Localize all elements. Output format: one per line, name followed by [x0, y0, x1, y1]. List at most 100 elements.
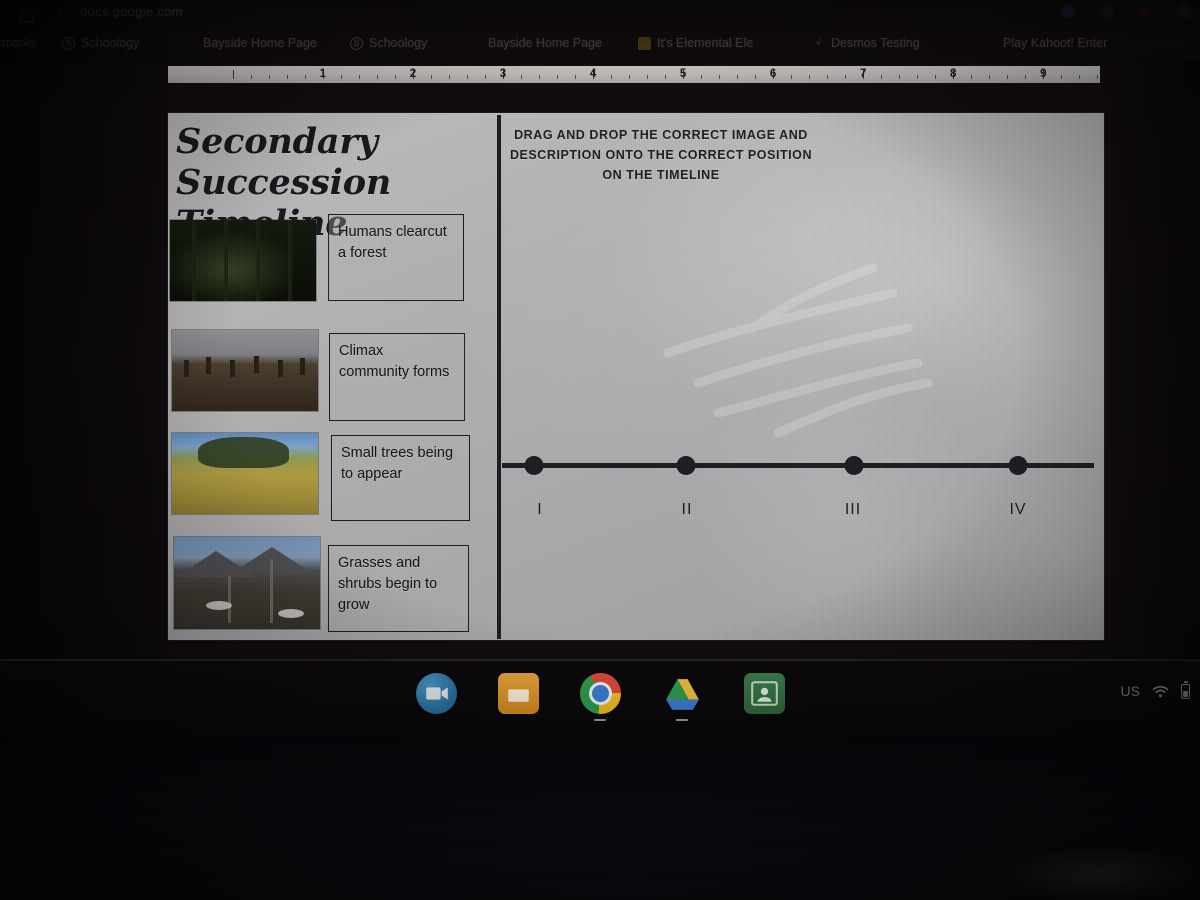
- bookmark-label: It's Elemental Ele: [657, 36, 754, 50]
- bookmark-label: Desmos Testing: [831, 36, 920, 50]
- timeline-marker-dot-2[interactable]: [676, 456, 696, 475]
- ruler-number: 5: [679, 68, 687, 80]
- ruler-minor-tick: [520, 75, 522, 79]
- shelf-app-list: [0, 673, 1200, 721]
- google-classroom-app-icon[interactable]: [743, 673, 785, 714]
- ruler-minor-tick: [250, 75, 252, 79]
- ruler-minor-tick: [701, 75, 703, 79]
- description-box-small-trees[interactable]: Small trees being to appear: [331, 435, 470, 521]
- description-box-humans-clearcut[interactable]: Humans clearcut a forest: [328, 214, 464, 301]
- ruler-minor-tick: [394, 75, 396, 79]
- ruler-number: 7: [859, 68, 867, 80]
- ruler-minor-tick: [376, 75, 378, 79]
- timeline-marker-dot-3[interactable]: [844, 456, 864, 475]
- bookmarks-label-text: kmarks: [0, 36, 37, 50]
- url-text[interactable]: docs.google.com: [80, 4, 183, 19]
- lock-icon: [60, 10, 67, 20]
- profile-icon[interactable]: [1060, 4, 1075, 19]
- slide-canvas[interactable]: Secondary Succession Timeline DRAG AND D…: [168, 113, 1104, 640]
- bookmark-schoology-1[interactable]: S Schoology: [62, 36, 139, 50]
- chrome-menu-icon[interactable]: [1177, 4, 1192, 19]
- browser-omnibar: docs.google.com: [0, 0, 1200, 30]
- clearcut-land-photo[interactable]: [172, 330, 318, 411]
- ruler-minor-tick: [1061, 75, 1063, 79]
- ruler-minor-tick: [737, 75, 739, 79]
- notification-icon[interactable]: [1138, 7, 1153, 16]
- app-running-indicator: [676, 718, 688, 721]
- keyboard-layout-label: US: [1120, 683, 1140, 699]
- desk-light-reflection: [1000, 845, 1200, 900]
- timeline-marker-dot-4[interactable]: [1008, 456, 1028, 475]
- home-icon[interactable]: [18, 6, 36, 24]
- ruler-number: 8: [950, 68, 957, 80]
- fern-reflection: [663, 263, 933, 438]
- laptop-screen: docs.google.com kmarks S Schoology Baysi…: [0, 0, 1200, 735]
- bookmark-kahoot[interactable]: Play Kahoot! Enter: [1003, 36, 1107, 50]
- timeline-label-1: I: [537, 501, 543, 518]
- document-ruler[interactable]: 1 2 3 4 5 6 7 8 9: [168, 66, 1100, 83]
- valley-image: [174, 537, 320, 629]
- ruler-minor-tick: [791, 75, 793, 79]
- schoology-icon: S: [62, 36, 75, 50]
- valley-regrowth-photo[interactable]: [174, 537, 320, 629]
- wifi-icon: [1152, 685, 1169, 697]
- ruler-minor-tick: [629, 75, 631, 79]
- google-slides-app-icon[interactable]: [497, 673, 539, 714]
- slide-instructions[interactable]: DRAG AND DROP THE CORRECT IMAGE AND DESC…: [506, 125, 816, 185]
- screencastify-app-icon[interactable]: [415, 673, 457, 714]
- ruler-minor-tick: [557, 75, 558, 79]
- bookmark-its-elemental[interactable]: It's Elemental Ele: [638, 36, 753, 50]
- description-box-grasses-shrubs[interactable]: Grasses and shrubs begin to grow: [328, 545, 469, 632]
- screen-photo: docs.google.com kmarks S Schoology Baysi…: [0, 0, 1200, 900]
- shelf-status-area[interactable]: US: [1120, 681, 1190, 699]
- ruler-minor-tick: [340, 75, 342, 79]
- timeline-axis[interactable]: [502, 463, 1094, 468]
- timeline-label-2: II: [681, 501, 693, 518]
- ruler-minor-tick: [809, 75, 811, 79]
- ruler-minor-tick: [1025, 75, 1027, 79]
- description-box-climax-community[interactable]: Climax community forms: [329, 333, 465, 421]
- forest-image: [170, 220, 316, 301]
- ruler-minor-tick: [935, 75, 937, 79]
- bookmark-schoology-2[interactable]: S Schoology: [350, 36, 427, 50]
- ruler-minor-tick: [538, 75, 540, 79]
- bookmark-bayside-2[interactable]: Bayside Home Page: [488, 36, 602, 50]
- ruler-inch-tick: [232, 70, 234, 79]
- ruler-minor-tick: [1097, 75, 1099, 79]
- timeline-label-3: III: [844, 501, 862, 518]
- ruler-minor-tick: [827, 75, 829, 79]
- ruler-minor-tick: [1007, 75, 1009, 79]
- shrubland-image: [172, 433, 318, 514]
- ruler-minor-tick: [611, 75, 613, 79]
- bookmark-label: Schoology: [369, 36, 428, 50]
- ruler-number: 6: [769, 68, 777, 80]
- bookmark-bayside-1[interactable]: Bayside Home Page: [203, 36, 317, 50]
- shrubland-photo[interactable]: [172, 433, 318, 514]
- mature-forest-photo[interactable]: [170, 220, 316, 301]
- timeline-marker-dot-1[interactable]: [524, 456, 544, 475]
- ruler-minor-tick: [845, 75, 847, 79]
- omnibar-icons: [1060, 4, 1192, 19]
- bookmark-label: Bayside Home Page: [203, 36, 317, 50]
- google-drive-app-icon[interactable]: [662, 673, 703, 721]
- ruler-minor-tick: [268, 75, 270, 79]
- bookmark-desmos[interactable]: √ Desmos Testing: [812, 36, 920, 50]
- ruler-minor-tick: [1079, 75, 1081, 79]
- chromeos-shelf: US: [0, 659, 1200, 735]
- bookmark-label: Play Kahoot! Enter: [1003, 36, 1108, 50]
- screen-glare: [688, 363, 988, 640]
- ruler-number: 1: [319, 68, 327, 80]
- schoology-icon: S: [350, 36, 363, 50]
- ruler-number: 9: [1040, 68, 1047, 80]
- elemental-icon: [638, 36, 651, 50]
- ruler-minor-tick: [881, 75, 883, 79]
- ruler-minor-tick: [484, 75, 486, 79]
- screen-right-shadow: [1100, 60, 1200, 660]
- ruler-minor-tick: [899, 75, 901, 79]
- bookmark-label: Schoology: [81, 36, 140, 50]
- ruler-minor-tick: [755, 75, 757, 79]
- screen-left-shadow: [0, 0, 168, 659]
- ruler-number: 2: [409, 68, 417, 80]
- chrome-app-icon[interactable]: [579, 673, 621, 721]
- extension-icon[interactable]: [1099, 4, 1114, 19]
